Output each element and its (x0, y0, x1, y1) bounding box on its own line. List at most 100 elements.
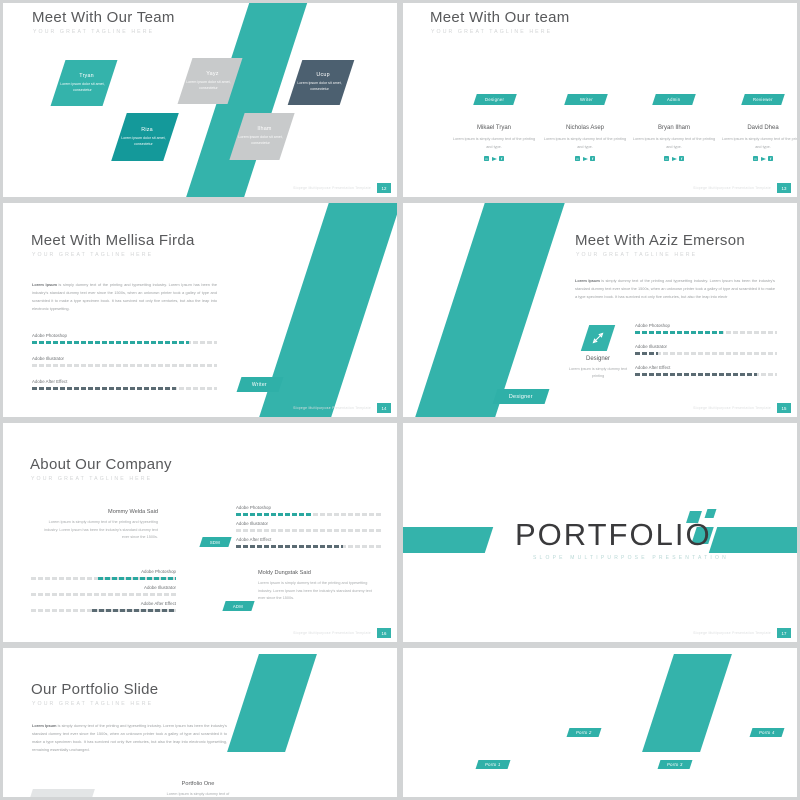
role-tag-admin[interactable]: Admin (652, 94, 696, 105)
badge-label: ADM (233, 603, 244, 609)
testimonial-name: Mommy Welda Said (108, 509, 158, 515)
slide-portfolio-cover[interactable]: PORTFOLIO SLOPE MULTIPURPOSE PRESENTATIO… (400, 420, 800, 645)
team-card-name: Yayz (206, 70, 219, 77)
portfolio-tag-1[interactable]: Porto 1 (475, 760, 511, 769)
social-links[interactable] (451, 156, 537, 162)
page-number-badge: 16 (377, 628, 391, 638)
page-number-badge: 17 (777, 628, 791, 638)
portfolio-thumb[interactable] (23, 789, 95, 797)
portfolio-item-desc: Lorem Ipsum is simply dummy text of (166, 792, 230, 796)
slide-about-our-company[interactable]: About Our Company YOUR GREAT TAGLINE HER… (0, 420, 400, 645)
testimonial-moldy-dungstak: Moldy Dungstak Said Lorem Ipsum is simpl… (258, 570, 380, 603)
badge-adm[interactable]: ADM (222, 601, 255, 611)
twitter-icon[interactable] (491, 156, 497, 161)
member-desc: Lorem ipsum is simply dummy text of the … (543, 137, 627, 149)
skill-label: Adobe Photoshop (32, 333, 67, 338)
skill-label: Adobe After Effect (635, 365, 671, 370)
team-card-riza[interactable]: Riza Lorem ipsum dolor sit amet, consect… (111, 113, 179, 161)
skill-track (635, 372, 777, 376)
skill-label: Adobe After Effect (32, 379, 68, 384)
role-tag-label: Admin (667, 97, 681, 102)
skill-after-effect-left: Adobe After Effect (31, 601, 176, 612)
role-badge-label: Writer (252, 381, 268, 388)
skill-illustrator-left: Adobe Illustrator (31, 585, 176, 596)
role-tag-label: Reviewer (753, 97, 773, 102)
team-card-desc: Lorem ipsum dolor sit amet, consectetur (186, 79, 231, 90)
team-card-ucup[interactable]: Ucup Lorem ipsum dolor sit amet, consect… (287, 60, 355, 105)
portfolio-tag-3[interactable]: Porto 3 (657, 760, 693, 769)
skill-after-effect: Adobe After Effect (32, 379, 217, 390)
team-card-name: Tryan (79, 72, 94, 79)
social-links[interactable] (542, 156, 628, 162)
role-tag-writer[interactable]: Writer (564, 94, 608, 105)
role-tag-reviewer[interactable]: Reviewer (741, 94, 785, 105)
page-number-badge: 13 (777, 183, 791, 193)
skill-fill (236, 512, 312, 516)
paragraph-body: is simply dummy text of the printing and… (575, 278, 776, 299)
skill-photoshop: Adobe Photoshop (32, 333, 217, 344)
member-desc: Lorem ipsum is simply dummy text of the … (632, 137, 716, 149)
paragraph-lead: Lorem Ipsum (575, 278, 600, 283)
background-stripe (410, 203, 568, 417)
member-name: Mikael Tryan (476, 125, 511, 131)
paragraph-body: is simply dummy text of the printing and… (32, 723, 228, 752)
paragraph-body: is simply dummy text of the printing and… (32, 282, 217, 311)
testimonial-mommy-welda: Mommy Welda Said Lorem Ipsum is simply d… (38, 509, 158, 542)
team-member-david-dhea[interactable]: David Dhea Lorem ipsum is simply dummy t… (720, 125, 797, 162)
team-card-desc: Lorem ipsum dolor sit amet, consectetur (238, 135, 283, 145)
slide-our-portfolio-slide[interactable]: Our Portfolio Slide YOUR GREAT TAGLINE H… (0, 645, 400, 800)
team-member-bryan-ilham[interactable]: Bryan Ilham Lorem ipsum is simply dummy … (631, 125, 717, 162)
role-badge-designer[interactable]: Designer (492, 389, 550, 404)
badge-label: SDM (210, 539, 221, 545)
linkedin-icon[interactable] (664, 156, 669, 162)
portfolio-tag-label: Porto 2 (576, 730, 592, 735)
slide-meet-with-aziz-emerson[interactable]: Meet With Aziz Emerson YOUR GREAT TAGLIN… (400, 200, 800, 420)
team-member-nicholas-asep[interactable]: Nicholas Asep Lorem ipsum is simply dumm… (542, 125, 628, 162)
portfolio-wordmark: PORTFOLIO (515, 517, 712, 552)
slide-deck: Meet With Our Team YOUR GREAT TAGLINE HE… (0, 0, 800, 800)
role-tag-designer[interactable]: Designer (473, 94, 517, 105)
slide-meet-with-mellisa-firda[interactable]: Meet With Mellisa Firda YOUR GREAT TAGLI… (0, 200, 400, 420)
member-name: Bryan Ilham (657, 125, 690, 131)
skill-label: Adobe Photoshop (141, 569, 176, 574)
linkedin-icon[interactable] (753, 156, 758, 162)
skill-fill (635, 330, 724, 334)
facebook-icon[interactable] (679, 156, 684, 162)
portfolio-tag-4[interactable]: Porto 4 (749, 728, 785, 737)
page-number-badge: 14 (377, 403, 391, 413)
team-card-desc: Lorem ipsum dolor sit amet, consectetur (60, 81, 105, 92)
twitter-icon[interactable] (582, 156, 588, 161)
team-member-mikael-tryan[interactable]: Mikael Tryan Lorem ipsum is simply dummy… (451, 125, 537, 162)
skill-photoshop: Adobe Photoshop (635, 323, 777, 334)
member-name: David Dhea (747, 125, 779, 131)
body-paragraph: Lorem Ipsum is simply dummy text of the … (575, 277, 775, 301)
facebook-icon[interactable] (768, 156, 773, 162)
facebook-icon[interactable] (499, 156, 504, 162)
portfolio-tag-2[interactable]: Porto 2 (566, 728, 602, 737)
skill-track (236, 512, 381, 516)
skill-track (635, 351, 777, 355)
facebook-icon[interactable] (590, 156, 595, 162)
design-tools-icon (580, 325, 616, 351)
skill-track (236, 544, 381, 548)
social-links[interactable] (631, 156, 717, 162)
slide-portfolio-grid[interactable]: Porto 1 Porto 2 Porto 3 Porto 4 (400, 645, 800, 800)
slide-meet-with-our-team[interactable]: Meet With Our Team YOUR GREAT TAGLINE HE… (0, 0, 400, 200)
skill-fill (32, 340, 190, 344)
portfolio-tag-label: Porto 4 (759, 730, 775, 735)
badge-sdm[interactable]: SDM (199, 537, 232, 547)
twitter-icon[interactable] (671, 156, 677, 161)
linkedin-icon[interactable] (484, 156, 489, 162)
role-badge-writer[interactable]: Writer (236, 377, 284, 392)
skill-label: Adobe Illustrator (236, 521, 268, 526)
team-card-tryan[interactable]: Tryan Lorem ipsum dolor sit amet, consec… (50, 60, 118, 106)
slide-meet-with-our-team-2[interactable]: Meet With Our team YOUR GREAT TAGLINE HE… (400, 0, 800, 200)
team-card-desc: Lorem ipsum dolor sit amet, consectetur (121, 135, 166, 146)
twitter-icon[interactable] (760, 156, 766, 161)
member-name: Nicholas Asep (565, 125, 605, 131)
team-card-name: Ilham (257, 126, 272, 133)
page-tagline: YOUR GREAT TAGLINE HERE (576, 252, 698, 258)
social-links[interactable] (720, 156, 797, 162)
role-badge-label: Designer (509, 393, 533, 400)
linkedin-icon[interactable] (575, 156, 580, 162)
